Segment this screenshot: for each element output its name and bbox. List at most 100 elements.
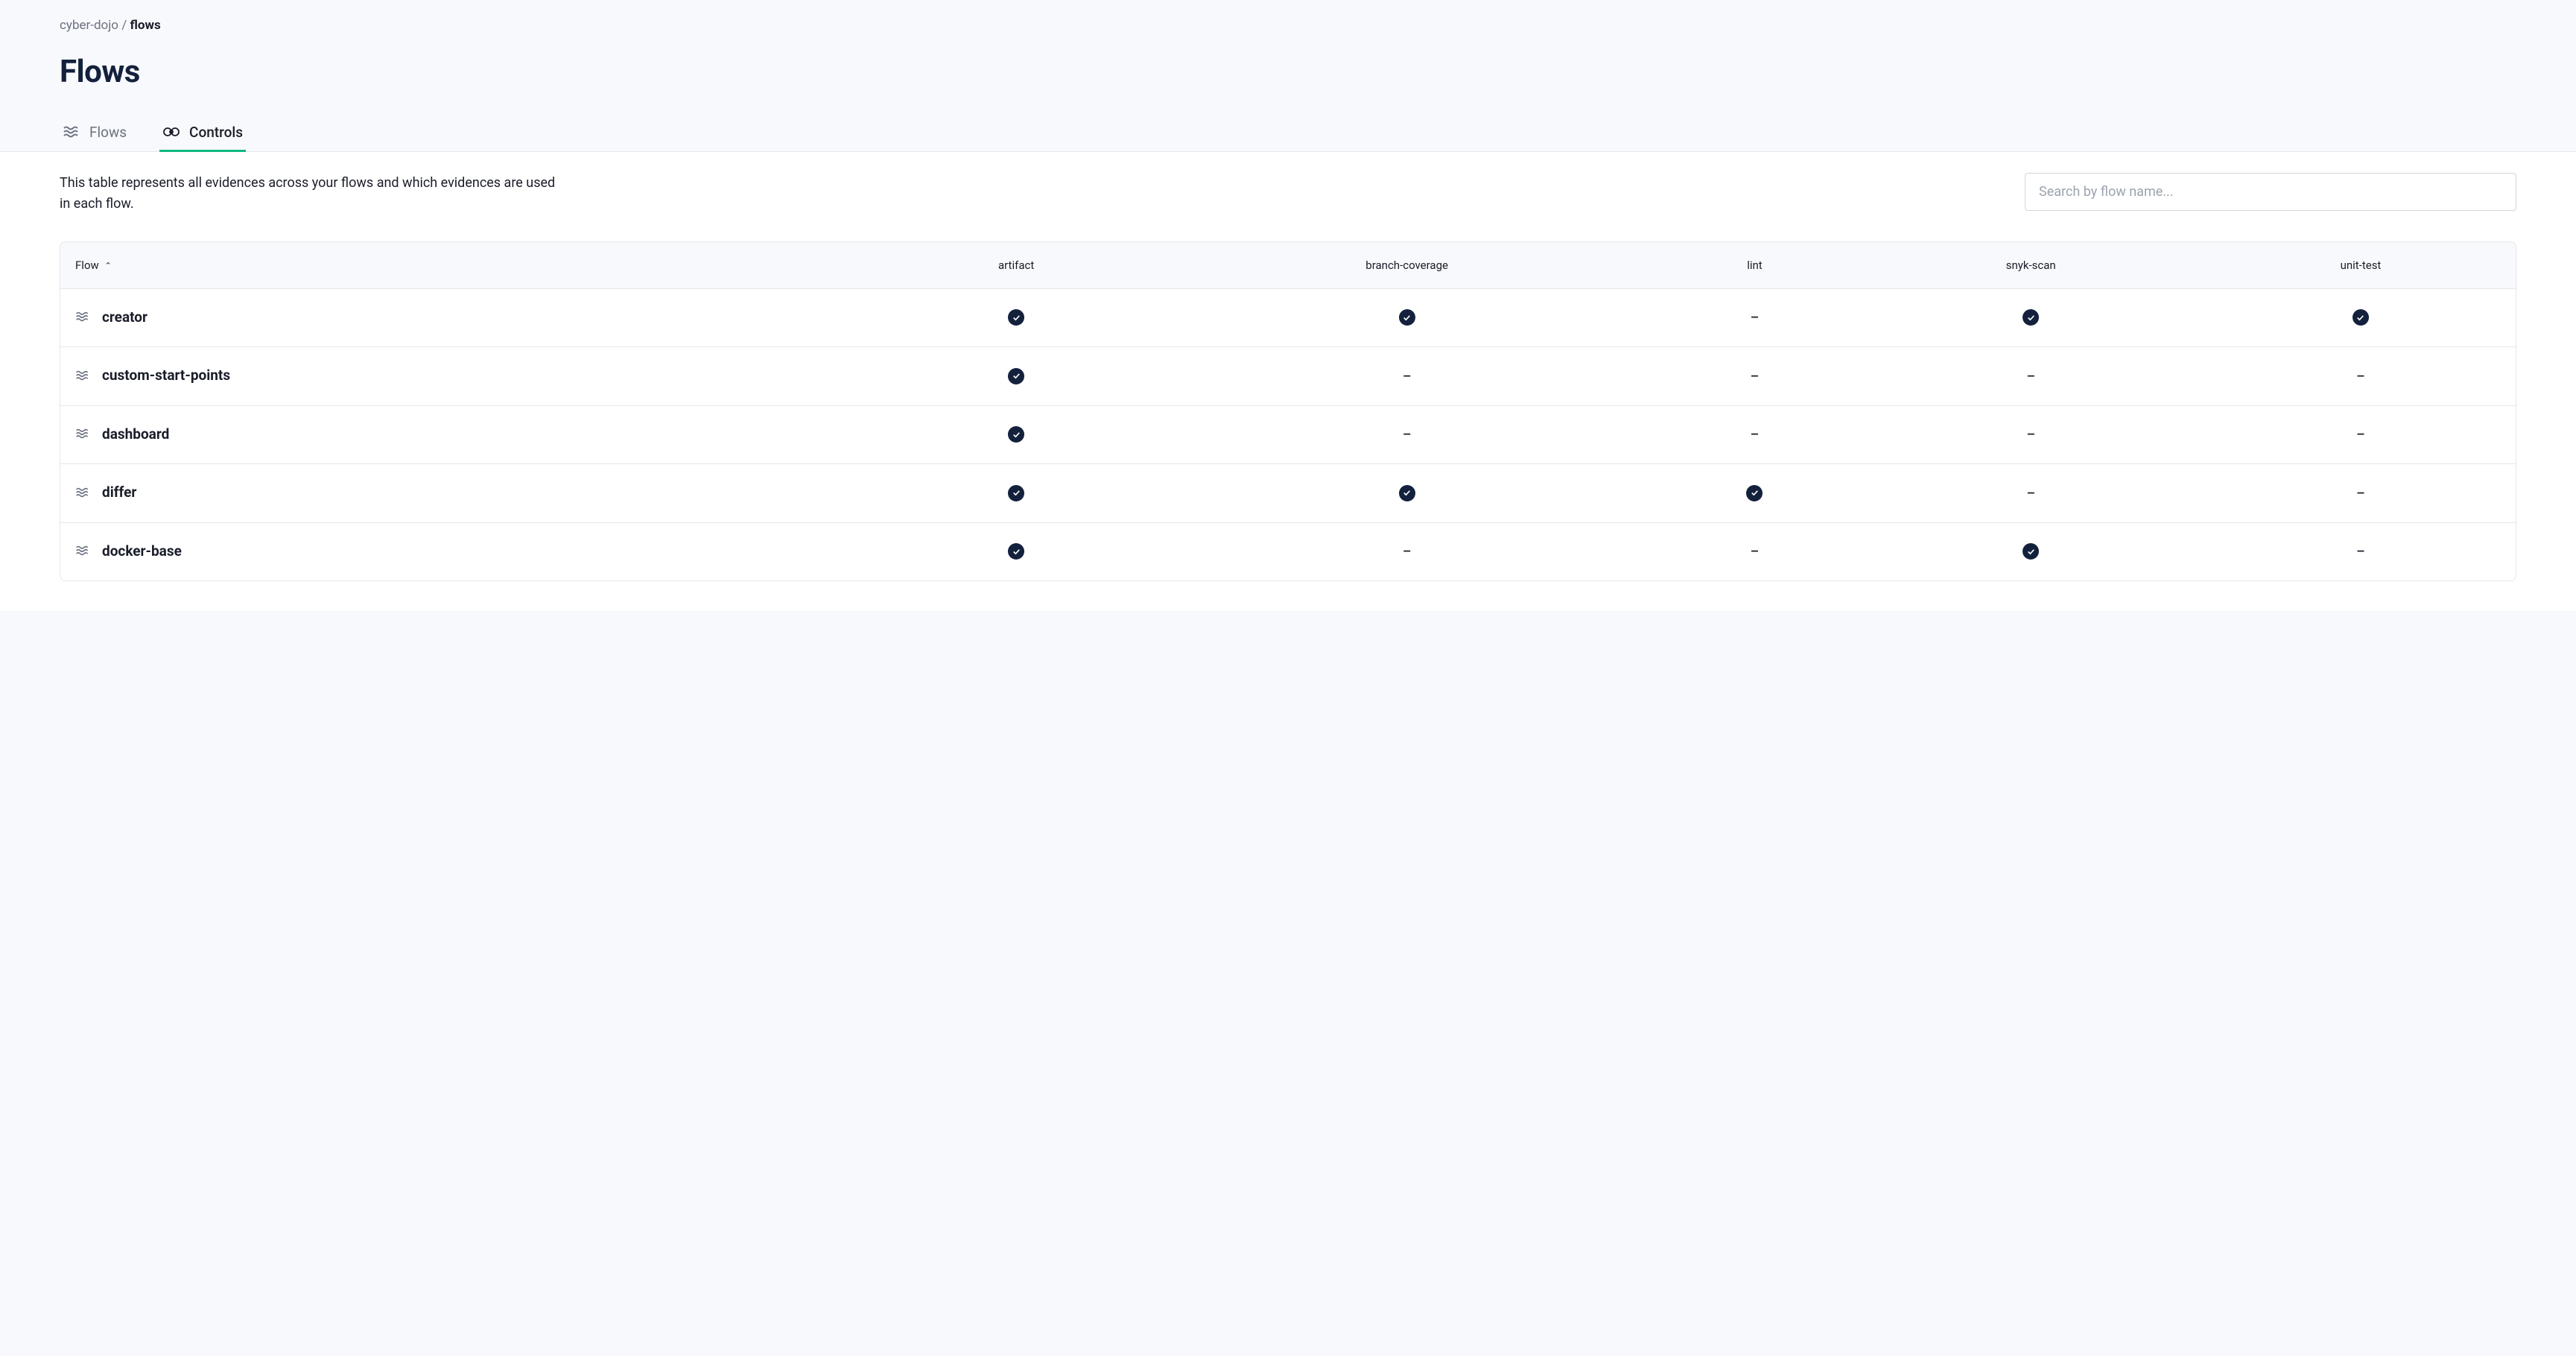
check-icon <box>1008 426 1024 443</box>
dash-icon: – <box>1751 544 1760 560</box>
flow-cell[interactable]: custom-start-points <box>60 347 872 406</box>
col-unit-test: unit-test <box>2206 242 2516 289</box>
dash-icon: – <box>2356 486 2365 501</box>
flow-cell[interactable]: differ <box>60 464 872 523</box>
tab-controls[interactable]: Controls <box>159 114 246 152</box>
check-icon <box>1399 485 1415 501</box>
flow-name: docker-base <box>102 542 182 560</box>
waves-icon <box>75 543 90 558</box>
evidence-table: Flow ⌃ artifactbranch-coveragelintsnyk-s… <box>60 242 2516 581</box>
check-icon <box>1008 309 1024 326</box>
evidence-cell-artifact <box>872 464 1161 523</box>
evidence-cell-lint: – <box>1653 347 1856 406</box>
table-row: custom-start-points – – – – <box>60 347 2516 406</box>
check-icon <box>2023 309 2039 326</box>
evidence-table-wrapper: Flow ⌃ artifactbranch-coveragelintsnyk-s… <box>60 241 2516 582</box>
check-icon <box>2353 309 2369 326</box>
evidence-cell-lint: – <box>1653 405 1856 464</box>
evidence-cell-unit-test: – <box>2206 405 2516 464</box>
tab-flows[interactable]: Flows <box>60 114 130 152</box>
col-snyk-scan: snyk-scan <box>1856 242 2206 289</box>
tab-controls-label: Controls <box>189 124 243 141</box>
breadcrumb-current: flows <box>130 18 160 33</box>
evidence-cell-artifact <box>872 522 1161 580</box>
evidence-cell-lint: – <box>1653 522 1856 580</box>
col-branch-coverage: branch-coverage <box>1161 242 1653 289</box>
check-icon <box>1399 309 1415 326</box>
dash-icon: – <box>2356 544 2365 560</box>
col-flow-sort[interactable]: Flow ⌃ <box>60 242 872 289</box>
flow-name: dashboard <box>102 425 169 443</box>
check-icon <box>1746 485 1763 501</box>
dash-icon: – <box>1751 427 1760 443</box>
evidence-cell-artifact <box>872 288 1161 347</box>
check-icon <box>1008 485 1024 501</box>
breadcrumb: cyber-dojo / flows <box>60 18 2516 33</box>
evidence-cell-unit-test <box>2206 288 2516 347</box>
table-row: docker-base – – – <box>60 522 2516 580</box>
table-row: dashboard – – – – <box>60 405 2516 464</box>
flow-name: differ <box>102 484 136 501</box>
evidence-cell-lint <box>1653 464 1856 523</box>
flow-cell[interactable]: dashboard <box>60 405 872 464</box>
dash-icon: – <box>2356 427 2365 443</box>
evidence-cell-branch-coverage <box>1161 464 1653 523</box>
dash-icon: – <box>1751 369 1760 384</box>
evidence-cell-branch-coverage <box>1161 288 1653 347</box>
check-icon <box>2023 543 2039 560</box>
dash-icon: – <box>1751 310 1760 326</box>
flow-cell[interactable]: docker-base <box>60 522 872 580</box>
dash-icon: – <box>2026 486 2035 501</box>
controls-icon <box>162 123 180 141</box>
breadcrumb-parent[interactable]: cyber-dojo <box>60 18 118 33</box>
chevron-up-icon: ⌃ <box>105 261 112 270</box>
dash-icon: – <box>2026 427 2035 443</box>
evidence-cell-unit-test: – <box>2206 522 2516 580</box>
tab-flows-label: Flows <box>89 124 127 141</box>
waves-icon <box>75 309 90 324</box>
evidence-cell-branch-coverage: – <box>1161 347 1653 406</box>
table-body: creator–custom-start-points––––dashboard… <box>60 288 2516 580</box>
evidence-cell-unit-test: – <box>2206 347 2516 406</box>
dash-icon: – <box>1403 369 1412 384</box>
evidence-cell-unit-test: – <box>2206 464 2516 523</box>
evidence-cell-artifact <box>872 405 1161 464</box>
table-header-row: Flow ⌃ artifactbranch-coveragelintsnyk-s… <box>60 242 2516 289</box>
dash-icon: – <box>2356 369 2365 384</box>
main-content: This table represents all evidences acro… <box>0 152 2576 611</box>
evidence-cell-artifact <box>872 347 1161 406</box>
col-flow-label: Flow <box>75 259 99 272</box>
dash-icon: – <box>1403 427 1412 443</box>
page-title: Flows <box>60 54 2516 90</box>
table-head: Flow ⌃ artifactbranch-coveragelintsnyk-s… <box>60 242 2516 289</box>
evidence-cell-snyk-scan <box>1856 522 2206 580</box>
breadcrumb-separator: / <box>121 18 127 33</box>
waves-icon <box>75 485 90 500</box>
waves-icon <box>75 368 90 383</box>
flow-name: custom-start-points <box>102 367 230 384</box>
evidence-cell-branch-coverage: – <box>1161 405 1653 464</box>
page-description: This table represents all evidences acro… <box>60 173 566 215</box>
search-input[interactable] <box>2025 173 2516 211</box>
table-row: differ – – <box>60 464 2516 523</box>
waves-icon <box>63 123 80 141</box>
page-header: cyber-dojo / flows Flows Flows <box>0 0 2576 152</box>
col-artifact: artifact <box>872 242 1161 289</box>
content-header: This table represents all evidences acro… <box>60 173 2516 215</box>
check-icon <box>1008 368 1024 384</box>
flow-name: creator <box>102 308 147 326</box>
evidence-cell-lint: – <box>1653 288 1856 347</box>
table-row: creator – <box>60 288 2516 347</box>
col-lint: lint <box>1653 242 1856 289</box>
evidence-cell-branch-coverage: – <box>1161 522 1653 580</box>
flow-cell[interactable]: creator <box>60 288 872 347</box>
evidence-cell-snyk-scan: – <box>1856 464 2206 523</box>
dash-icon: – <box>1403 544 1412 560</box>
waves-icon <box>75 426 90 441</box>
evidence-cell-snyk-scan <box>1856 288 2206 347</box>
evidence-cell-snyk-scan: – <box>1856 405 2206 464</box>
evidence-cell-snyk-scan: – <box>1856 347 2206 406</box>
check-icon <box>1008 543 1024 560</box>
tabs: Flows Controls <box>60 114 2516 151</box>
dash-icon: – <box>2026 369 2035 384</box>
